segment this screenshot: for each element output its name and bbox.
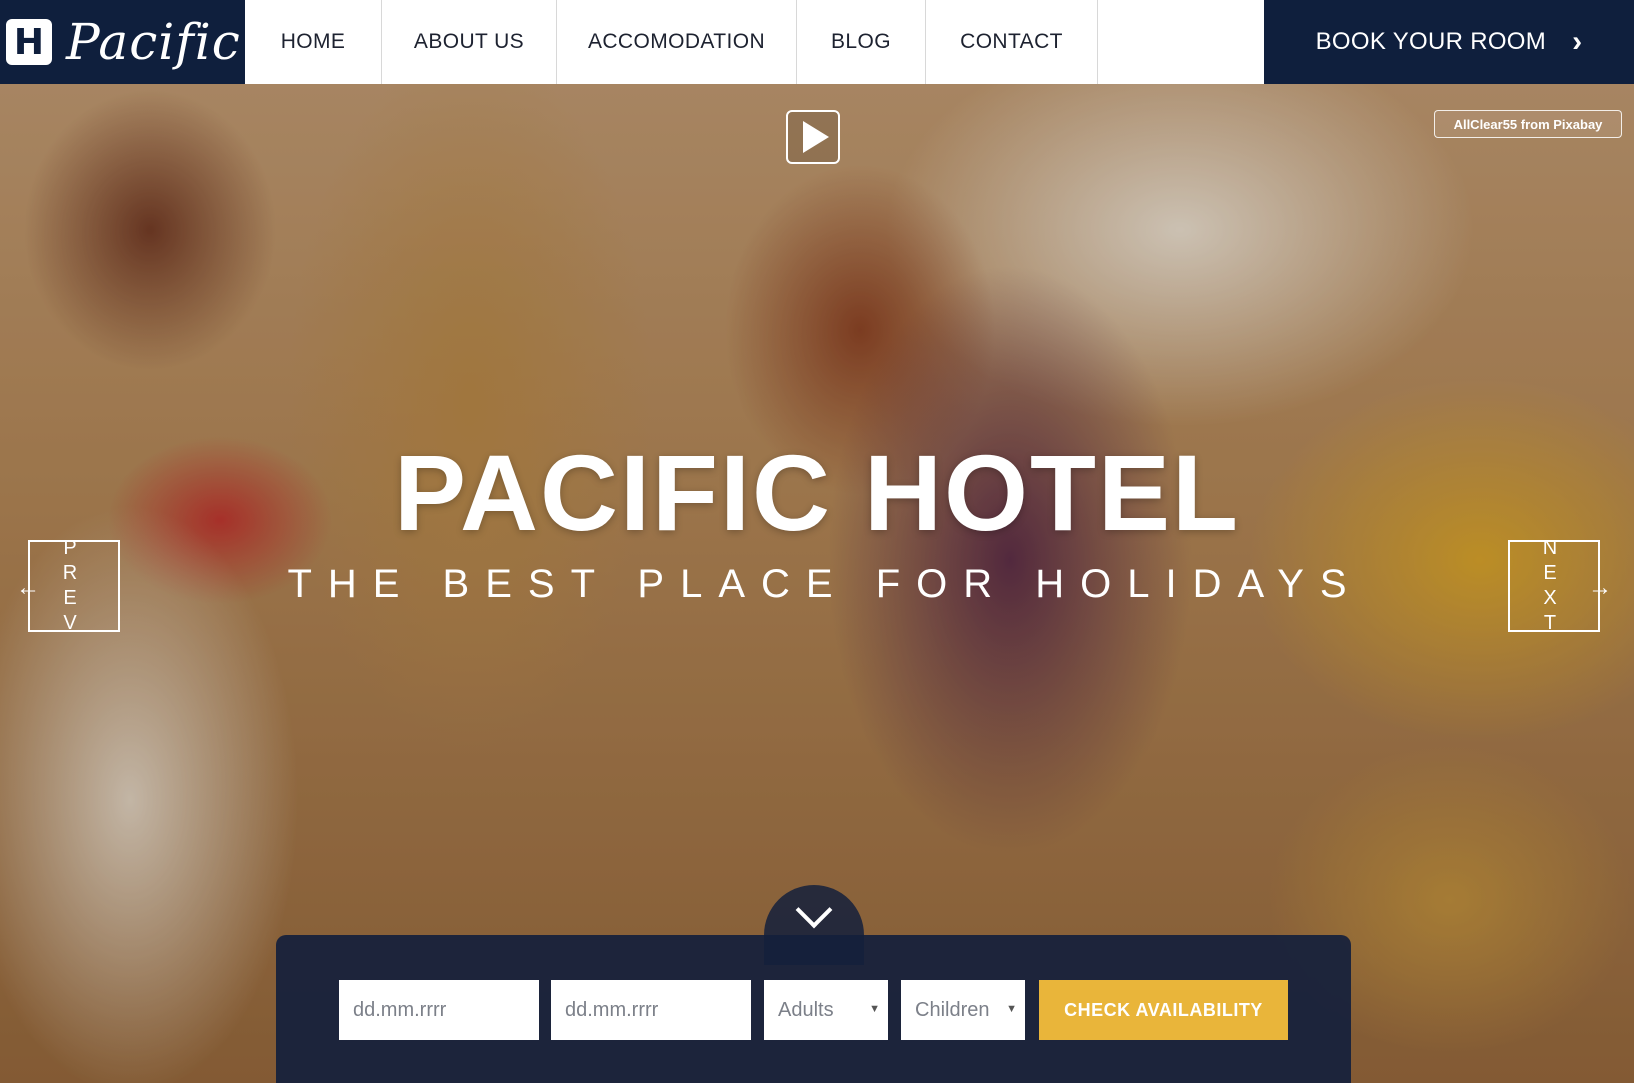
play-icon xyxy=(803,121,829,153)
chevron-right-icon: › xyxy=(1572,25,1583,58)
nav-item-blog[interactable]: BLOG xyxy=(797,0,926,84)
book-your-room-label: BOOK YOUR ROOM xyxy=(1315,28,1547,55)
hero-title: PACIFIC HOTEL xyxy=(394,432,1240,553)
check-availability-button[interactable]: CHECK AVAILABILITY xyxy=(1039,980,1288,1040)
chevron-down-icon xyxy=(795,891,833,929)
nav-item-about-us[interactable]: ABOUT US xyxy=(382,0,557,84)
logo[interactable]: H Pacific xyxy=(0,0,245,84)
arrival-date-input[interactable]: dd.mm.rrrr xyxy=(339,980,539,1040)
book-your-room-button[interactable]: BOOK YOUR ROOM › xyxy=(1264,0,1634,84)
adults-select-value: Adults xyxy=(778,998,834,1021)
departure-date-input[interactable]: dd.mm.rrrr xyxy=(551,980,751,1040)
logo-text: Pacific xyxy=(66,13,241,71)
nav-item-contact[interactable]: CONTACT xyxy=(926,0,1098,84)
nav-item-accomodation[interactable]: ACCOMODATION xyxy=(557,0,797,84)
children-select[interactable]: Children ▼ xyxy=(901,980,1025,1040)
prev-slide-button[interactable]: ← PREV xyxy=(16,537,120,634)
caret-down-icon: ▼ xyxy=(1006,1003,1017,1015)
nav-item-home[interactable]: HOME xyxy=(245,0,382,84)
caret-down-icon: ▼ xyxy=(869,1003,880,1015)
next-label: NEXT xyxy=(1542,537,1566,634)
adults-select[interactable]: Adults ▼ xyxy=(764,980,888,1040)
arrow-right-icon: → xyxy=(1588,574,1612,601)
image-credit-badge: AllClear55 from Pixabay xyxy=(1434,110,1622,138)
next-slide-button[interactable]: NEXT → xyxy=(1508,537,1612,634)
top-navigation: H Pacific HOME ABOUT US ACCOMODATION BLO… xyxy=(0,0,1634,84)
children-select-value: Children xyxy=(915,998,990,1021)
arrow-left-icon: ← xyxy=(16,574,40,601)
prev-label: PREV xyxy=(62,537,86,634)
booking-form: dd.mm.rrrr dd.mm.rrrr Adults ▼ Children … xyxy=(276,935,1351,1083)
hero-subtitle: THE BEST PLACE FOR HOLIDAYS xyxy=(287,562,1363,606)
logo-mark: H xyxy=(6,19,52,65)
play-video-button[interactable] xyxy=(786,110,840,164)
main-nav: HOME ABOUT US ACCOMODATION BLOG CONTACT xyxy=(245,0,1264,84)
